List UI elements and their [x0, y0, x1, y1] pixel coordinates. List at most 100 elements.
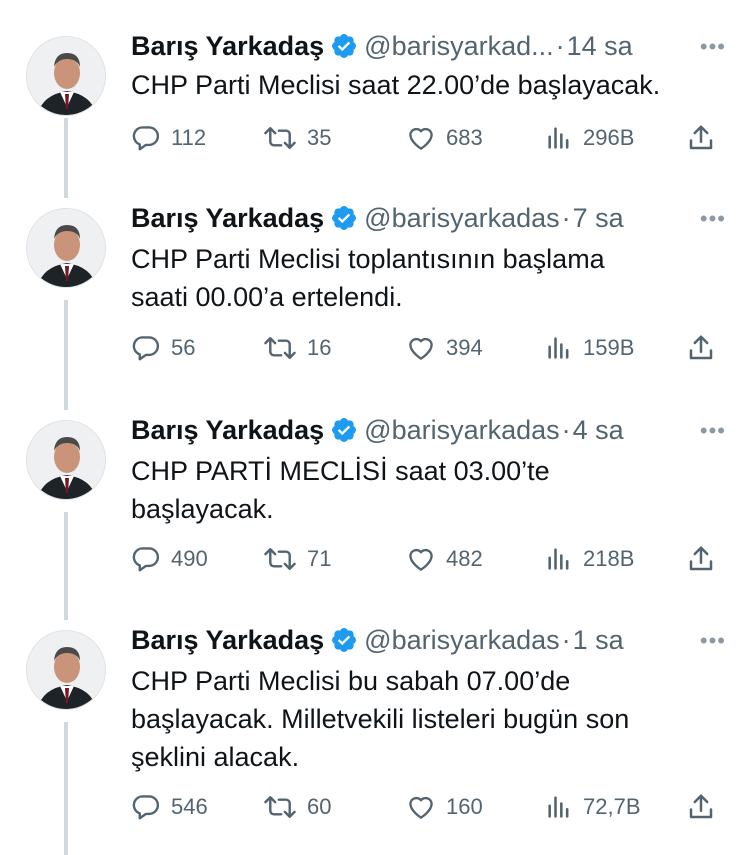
- author-handle[interactable]: @barisyarkadas: [364, 415, 560, 446]
- tweet-actions: 56 16 394 159B: [131, 330, 726, 366]
- views-icon: [548, 337, 569, 359]
- thread-line: [64, 118, 68, 198]
- like-button[interactable]: 482: [406, 541, 483, 577]
- reply-count: 56: [171, 335, 196, 360]
- share-icon: [689, 546, 713, 571]
- reply-count: 490: [171, 546, 208, 571]
- reply-icon: [132, 795, 160, 820]
- reply-button[interactable]: 490: [131, 541, 208, 577]
- reply-button[interactable]: 546: [131, 789, 208, 825]
- retweet-icon: [264, 796, 296, 818]
- like-count: 683: [446, 125, 483, 150]
- author-name[interactable]: Barış Yarkadaş: [131, 203, 324, 234]
- retweet-button[interactable]: 35: [263, 120, 331, 156]
- avatar[interactable]: [26, 420, 106, 500]
- retweet-icon: [264, 548, 296, 570]
- tweet-header: Barış Yarkadaş @barisyarkadas · 7 sa: [131, 200, 624, 236]
- author-handle[interactable]: @barisyarkad...: [364, 31, 553, 62]
- share-icon: [689, 794, 713, 819]
- like-count: 160: [446, 794, 483, 819]
- heart-icon: [409, 337, 433, 360]
- retweet-count: 35: [307, 125, 332, 150]
- avatar[interactable]: [26, 208, 106, 288]
- retweet-icon: [264, 337, 296, 359]
- avatar[interactable]: [26, 36, 106, 116]
- verified-badge-icon: [330, 416, 358, 444]
- thread-line: [64, 722, 68, 855]
- tweet-header: Barış Yarkadaş @barisyarkadas · 1 sa: [131, 622, 624, 658]
- separator: ·: [561, 202, 571, 233]
- tweet-header: Barış Yarkadaş @barisyarkadas · 4 sa: [131, 412, 624, 448]
- tweet-actions: 112 35 683 296B: [131, 120, 726, 156]
- reply-icon: [132, 126, 160, 151]
- tweet-actions: 546 60 160 72,7B: [131, 789, 726, 825]
- view-count: 159B: [583, 335, 635, 360]
- author-name[interactable]: Barış Yarkadaş: [131, 31, 324, 62]
- timestamp[interactable]: 4 sa: [573, 415, 624, 446]
- views-icon: [548, 548, 569, 570]
- share-button[interactable]: [686, 789, 726, 825]
- share-button[interactable]: [686, 541, 726, 577]
- thread-line: [64, 512, 68, 620]
- reply-count: 112: [171, 125, 207, 150]
- verified-badge-icon: [330, 204, 358, 232]
- like-button[interactable]: 160: [406, 789, 483, 825]
- view-count: 296B: [583, 125, 635, 150]
- view-count: 218B: [583, 546, 635, 571]
- more-options-icon[interactable]: •••: [700, 628, 726, 654]
- retweet-count: 16: [307, 335, 332, 360]
- timestamp[interactable]: 1 sa: [573, 625, 624, 656]
- like-count: 482: [446, 546, 483, 571]
- tweet-text: CHP PARTİ MECLİSİ saat 03.00’te başlayac…: [131, 456, 550, 524]
- retweet-count: 71: [307, 546, 332, 571]
- heart-icon: [409, 548, 433, 571]
- more-options-icon[interactable]: •••: [700, 206, 726, 232]
- more-options-icon[interactable]: •••: [700, 418, 726, 444]
- reply-icon: [132, 336, 160, 361]
- author-handle[interactable]: @barisyarkadas: [364, 203, 560, 234]
- views-button[interactable]: 159B: [545, 330, 634, 366]
- avatar[interactable]: [26, 630, 106, 710]
- share-button[interactable]: [686, 120, 726, 156]
- reply-count: 546: [171, 794, 208, 819]
- separator: ·: [555, 30, 565, 61]
- share-icon: [689, 335, 713, 360]
- tweet-header: Barış Yarkadaş @barisyarkad... · 14 sa: [131, 28, 633, 64]
- views-icon: [548, 796, 569, 818]
- views-button[interactable]: 72,7B: [545, 789, 641, 825]
- like-count: 394: [446, 335, 483, 360]
- views-icon: [548, 127, 569, 149]
- retweet-count: 60: [307, 794, 332, 819]
- timestamp[interactable]: 14 sa: [567, 31, 633, 62]
- like-button[interactable]: 394: [406, 330, 483, 366]
- tweet-actions: 490 71 482 218B: [131, 541, 726, 577]
- tweet-text: CHP Parti Meclisi saat 22.00’de başlayac…: [131, 70, 661, 100]
- author-name[interactable]: Barış Yarkadaş: [131, 625, 324, 656]
- reply-button[interactable]: 112: [131, 120, 206, 156]
- timestamp[interactable]: 7 sa: [573, 203, 624, 234]
- tweet-text: CHP Parti Meclisi bu sabah 07.00’de başl…: [131, 666, 630, 772]
- heart-icon: [409, 127, 433, 150]
- share-icon: [689, 125, 713, 150]
- share-button[interactable]: [686, 330, 726, 366]
- views-button[interactable]: 218B: [545, 541, 634, 577]
- views-button[interactable]: 296B: [545, 120, 634, 156]
- more-options-icon[interactable]: •••: [700, 34, 726, 60]
- separator: ·: [561, 414, 571, 445]
- view-count: 72,7B: [583, 794, 641, 819]
- separator: ·: [561, 624, 571, 655]
- like-button[interactable]: 683: [406, 120, 483, 156]
- verified-badge-icon: [330, 32, 358, 60]
- reply-button[interactable]: 56: [131, 330, 195, 366]
- tweet-text: CHP Parti Meclisi toplantısının başlama …: [131, 244, 605, 312]
- retweet-button[interactable]: 71: [263, 541, 331, 577]
- retweet-button[interactable]: 60: [263, 789, 331, 825]
- retweet-button[interactable]: 16: [263, 330, 331, 366]
- author-handle[interactable]: @barisyarkadas: [364, 625, 560, 656]
- retweet-icon: [264, 127, 296, 149]
- heart-icon: [409, 796, 433, 819]
- thread-line: [64, 300, 68, 410]
- reply-icon: [132, 547, 160, 572]
- verified-badge-icon: [330, 626, 358, 654]
- author-name[interactable]: Barış Yarkadaş: [131, 415, 324, 446]
